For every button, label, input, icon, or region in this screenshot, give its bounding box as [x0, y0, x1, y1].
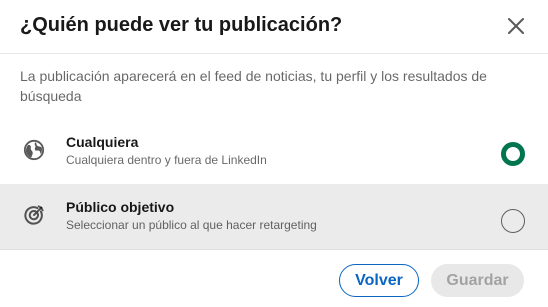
option-anyone-title: Cualquiera	[66, 134, 139, 150]
dialog-title: ¿Quién puede ver tu publicación?	[20, 14, 343, 36]
visibility-dialog: ¿Quién puede ver tu publicación? La publ…	[0, 0, 548, 307]
close-icon	[508, 18, 524, 34]
option-target-subtitle: Seleccionar un público al que hacer reta…	[66, 218, 317, 232]
dialog-header: ¿Quién puede ver tu publicación?	[0, 0, 548, 54]
globe-icon	[22, 138, 46, 162]
option-anyone[interactable]: Cualquiera Cualquiera dentro y fuera de …	[0, 119, 548, 185]
radio-anyone-selected[interactable]	[501, 142, 525, 166]
target-icon	[22, 203, 46, 227]
option-target-audience[interactable]: Público objetivo Seleccionar un público …	[0, 184, 548, 250]
radio-target-unselected[interactable]	[501, 209, 525, 233]
option-anyone-subtitle: Cualquiera dentro y fuera de LinkedIn	[66, 153, 267, 167]
close-button[interactable]	[500, 10, 532, 42]
option-target-title: Público objetivo	[66, 199, 175, 215]
back-button[interactable]: Volver	[339, 264, 419, 297]
save-button[interactable]: Guardar	[431, 264, 524, 297]
dialog-description: La publicación aparecerá en el feed de n…	[20, 68, 487, 104]
